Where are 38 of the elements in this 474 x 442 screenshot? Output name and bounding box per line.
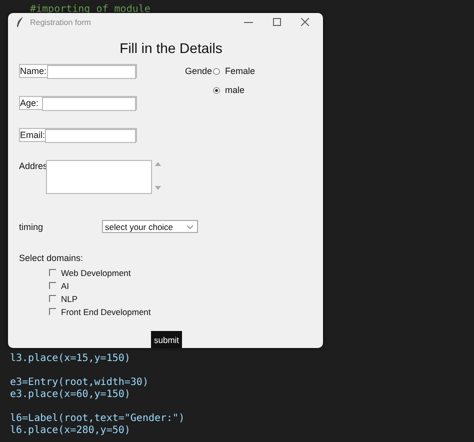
checkbox-icon[interactable] xyxy=(49,282,56,289)
code-line: e3.place(x=60,y=150) xyxy=(10,389,130,400)
gender-label: Gende xyxy=(185,65,213,78)
code-line: l6=Label(root,text="Gender:") xyxy=(10,413,185,424)
field-label: Email: xyxy=(20,129,46,142)
checkbox-icon[interactable] xyxy=(49,295,56,302)
scroll-up-icon[interactable] xyxy=(155,162,161,166)
radio-option[interactable]: male xyxy=(213,84,256,96)
close-icon[interactable] xyxy=(301,18,309,26)
input-field[interactable] xyxy=(46,65,136,79)
checkbox-icon[interactable] xyxy=(49,308,56,315)
checkbox-option[interactable]: Web Development xyxy=(49,266,323,279)
field-label: Addres xyxy=(19,160,46,173)
submit-button[interactable]: submit xyxy=(151,331,182,348)
code-line: e3=Entry(root,width=30) xyxy=(10,377,148,388)
code-line: l3.place(x=15,y=150) xyxy=(10,353,130,364)
field-label: Age: xyxy=(20,97,40,110)
window-title: Registration form xyxy=(30,18,91,26)
field-label: Name: xyxy=(20,65,47,78)
code-line: #importing of module xyxy=(30,4,150,15)
checkbox-option[interactable]: NLP xyxy=(49,292,323,305)
code-line: l6.place(x=280,y=50) xyxy=(10,425,130,436)
choice-dropdown[interactable]: select your choice xyxy=(102,220,198,233)
radio-icon[interactable] xyxy=(213,86,220,94)
input-field[interactable] xyxy=(45,129,136,143)
radio-icon[interactable] xyxy=(213,68,220,74)
form-heading: Fill in the Details xyxy=(118,39,224,58)
checkbox-option[interactable]: Front End Development xyxy=(49,305,323,318)
chevron-icon xyxy=(187,224,193,228)
radio-option[interactable]: Female xyxy=(213,65,256,77)
input-field[interactable] xyxy=(42,97,136,111)
domains-label: Select domains: xyxy=(19,253,84,263)
maximize-icon[interactable] xyxy=(273,18,281,26)
timing-label: timing xyxy=(19,222,44,232)
scroll-down-icon[interactable] xyxy=(155,186,161,190)
checkbox-icon[interactable] xyxy=(49,269,56,276)
checkbox-option[interactable]: AI xyxy=(49,279,323,292)
feather-icon xyxy=(16,16,24,28)
